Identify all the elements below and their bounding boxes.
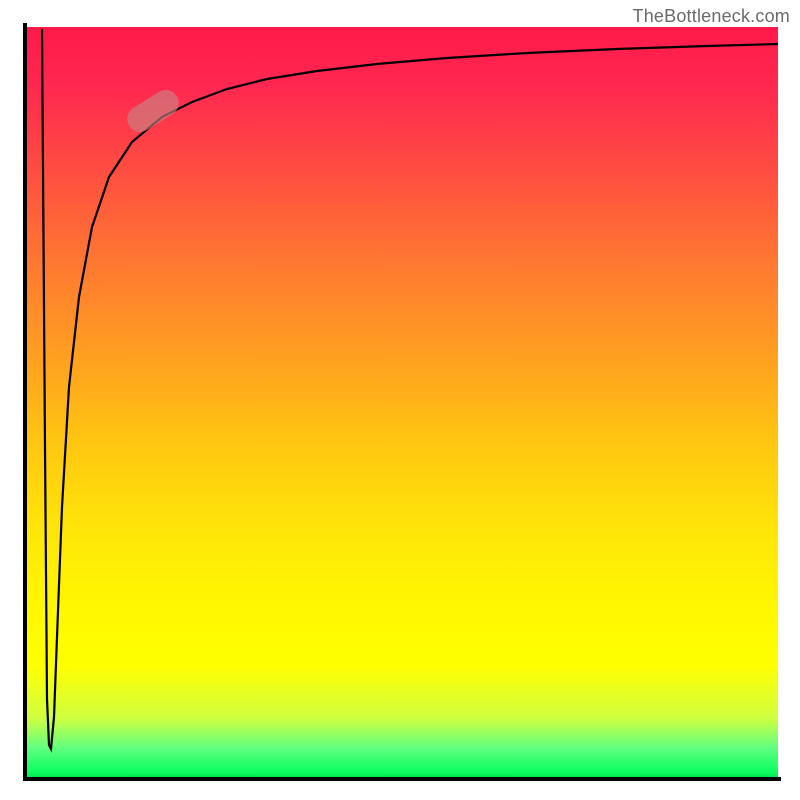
x-axis — [23, 777, 781, 781]
watermark-text: TheBottleneck.com — [633, 6, 790, 27]
chart-container: TheBottleneck.com — [0, 0, 800, 800]
plot-gradient-area — [27, 27, 778, 778]
y-axis — [23, 23, 27, 781]
